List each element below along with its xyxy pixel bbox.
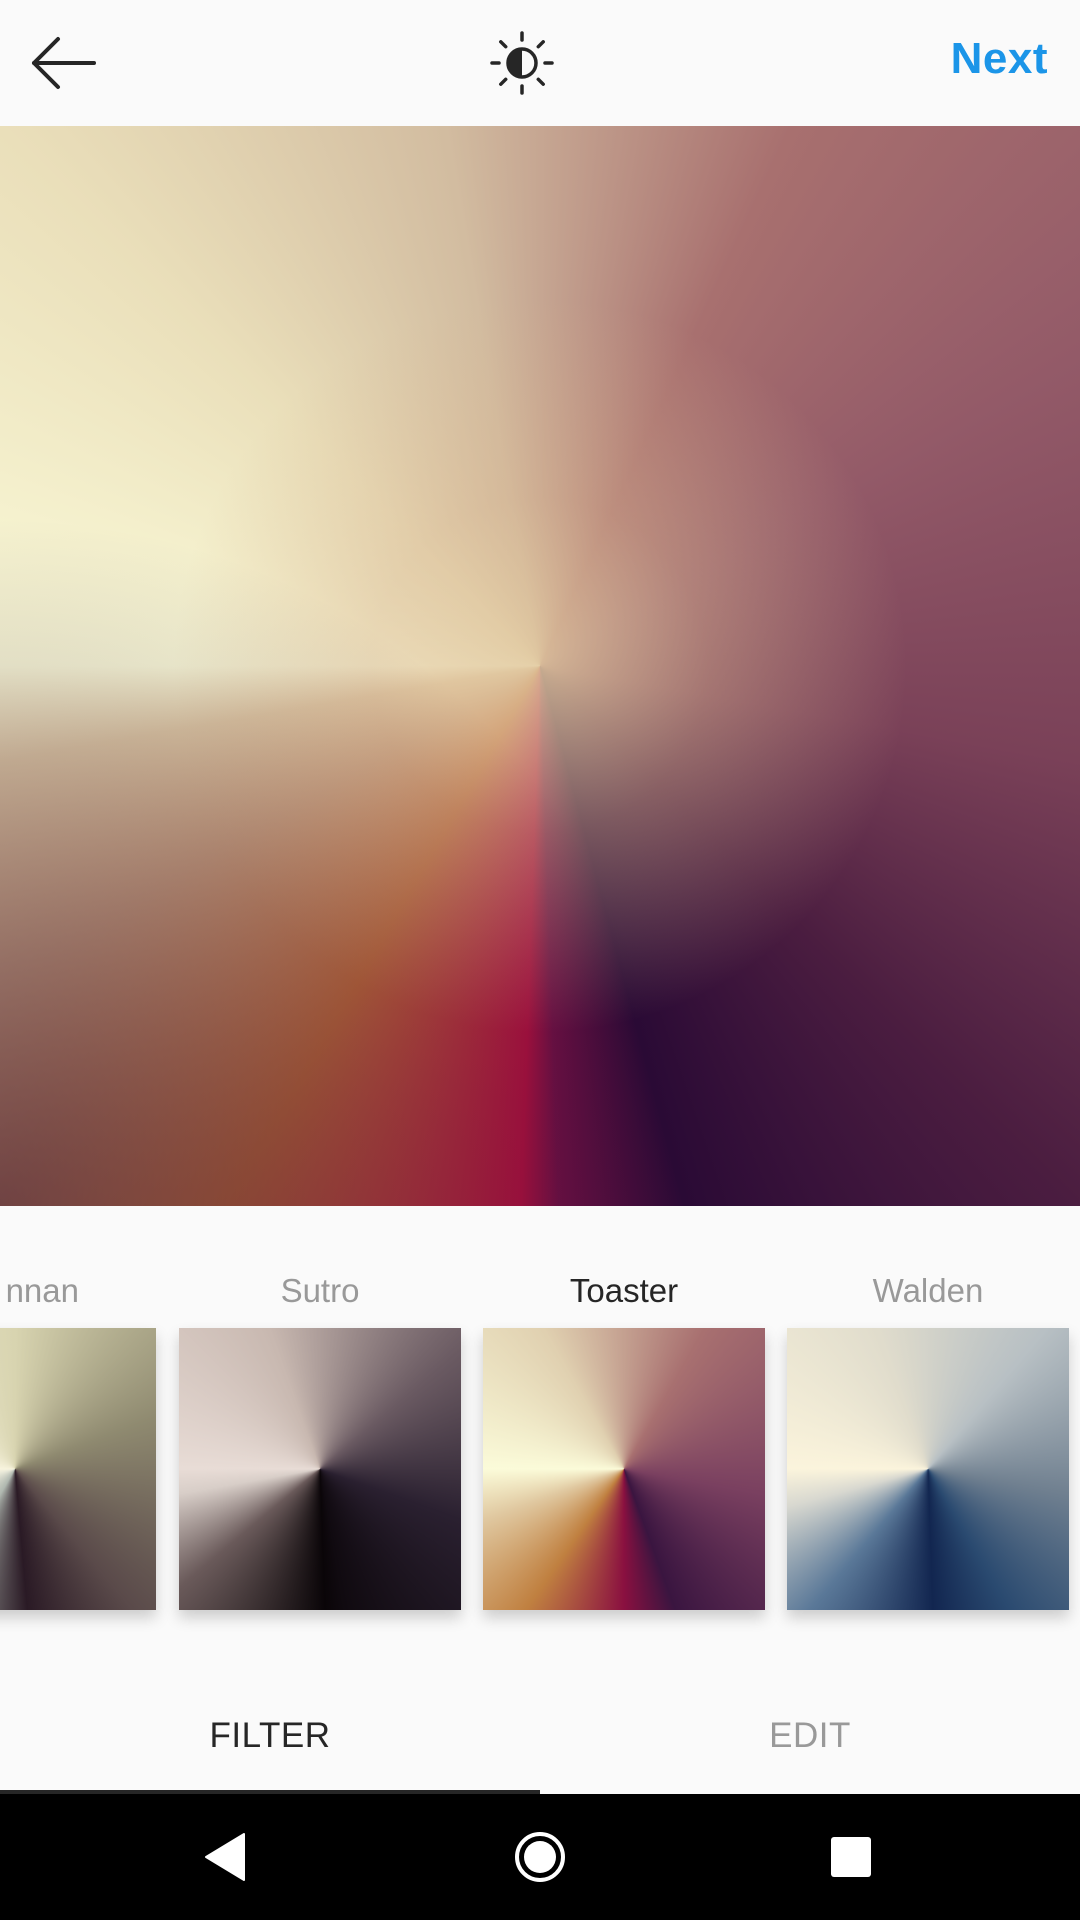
filter-item-sutro[interactable]: Sutro (179, 1266, 461, 1316)
filter-thumbnail-sutro[interactable] (179, 1328, 461, 1610)
filter-thumbnail-image (0, 1328, 156, 1610)
top-bar: Next (0, 0, 1080, 126)
system-navigation-bar (0, 1794, 1080, 1920)
filter-item-hannan[interactable]: nnan (0, 1266, 157, 1316)
back-button[interactable] (20, 22, 106, 108)
filter-thumbnail-image (483, 1328, 765, 1610)
preview-vignette (0, 126, 1080, 1206)
system-back-button[interactable] (192, 1824, 258, 1890)
filter-thumbnail-toaster[interactable] (483, 1328, 765, 1610)
filter-thumbnail-walden[interactable] (787, 1328, 1069, 1610)
lux-button[interactable] (480, 28, 564, 98)
filter-label: nnan (5, 1272, 79, 1309)
photo-preview (0, 126, 1080, 1206)
filter-strip[interactable]: nnan Sutro Toaster Walden (0, 1206, 1080, 1666)
filter-thumbnail-hannan[interactable] (0, 1328, 156, 1610)
circle-home-icon (515, 1832, 565, 1882)
next-button[interactable]: Next (951, 34, 1048, 84)
tab-edit[interactable]: EDIT (540, 1666, 1080, 1794)
bottom-tab-bar: FILTER EDIT (0, 1666, 1080, 1794)
square-recents-icon (831, 1837, 871, 1877)
triangle-back-icon (205, 1833, 245, 1881)
filter-thumbnail-image (787, 1328, 1069, 1610)
arrow-left-icon (32, 37, 96, 89)
brightness-contrast-icon (490, 31, 554, 95)
filter-item-toaster[interactable]: Toaster (483, 1266, 765, 1316)
filter-label: Walden (872, 1272, 984, 1309)
system-recents-button[interactable] (818, 1824, 884, 1890)
filter-label: Toaster (569, 1272, 679, 1309)
filter-item-walden[interactable]: Walden (787, 1266, 1069, 1316)
system-home-button[interactable] (507, 1824, 573, 1890)
filter-label: Sutro (280, 1272, 360, 1309)
filter-thumbnail-image (179, 1328, 461, 1610)
tab-filter[interactable]: FILTER (0, 1666, 540, 1794)
